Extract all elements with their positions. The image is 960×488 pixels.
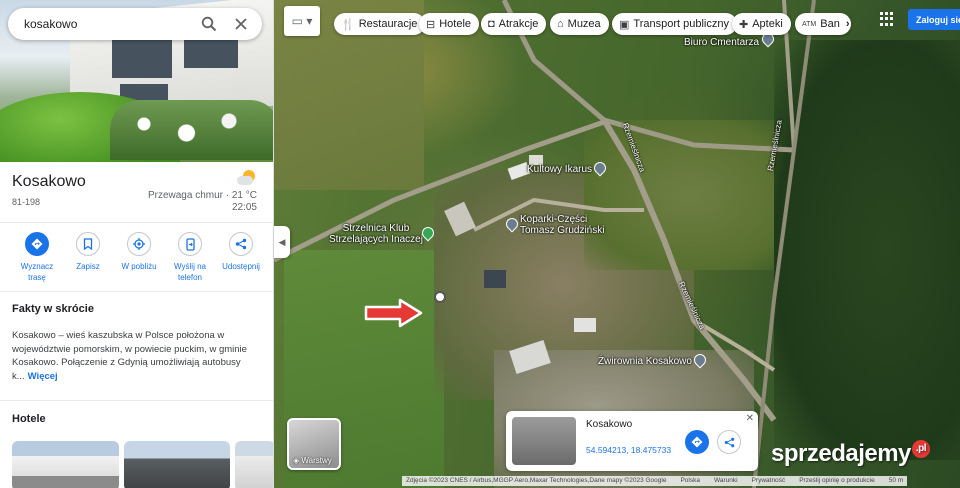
chevron-left-icon: ◀	[278, 236, 286, 247]
facts-heading: Fakty w skrócie	[12, 303, 94, 315]
divider	[0, 291, 273, 292]
place-panel: Kosakowo 81-198 Przewaga chmur · 21 °C 2…	[0, 0, 274, 488]
scale-bar[interactable]: 50 m	[889, 477, 903, 485]
share-label: Udostępnij	[222, 262, 260, 271]
keyboard-icon: ▭ ▾	[291, 14, 313, 28]
save-button[interactable]: Zapisz	[65, 232, 111, 283]
action-bar: Wyznacz trasę Zapisz W pobliżu Wyślij na…	[0, 232, 273, 283]
share-button[interactable]: Udostępnij	[218, 232, 264, 283]
facts-description: Kosakowo – wieś kaszubska w Polsce położ…	[12, 329, 264, 383]
category-atms[interactable]: ATM Ban ›	[795, 13, 851, 35]
category-public-transport[interactable]: ▣ Transport publiczny	[612, 13, 737, 35]
nearby-icon	[127, 232, 151, 256]
map-label-parts-shop[interactable]: Koparki-Części Tomasz Grudziński	[520, 214, 604, 236]
map-label-gravel[interactable]: Żwirownia Kosakowo	[598, 356, 692, 367]
map-label-pub[interactable]: Kultowy Ikarus	[527, 164, 592, 175]
map-label-shooting-club[interactable]: Strzelnica Klub Strzelających Inaczej	[329, 223, 423, 245]
watermark-logo: sprzedajemy .pl	[771, 440, 930, 468]
layers-label: ◈ Warstwy	[293, 456, 332, 465]
search-input[interactable]	[24, 17, 188, 31]
location-thumbnail	[512, 417, 576, 465]
imagery-credit: Zdjęcia ©2023 CNES / Airbus,MGGP Aero,Ma…	[406, 477, 667, 484]
feedback-link[interactable]: Prześlij opinię o produkcie	[799, 477, 875, 485]
arrow-marker	[364, 298, 423, 328]
category-museums[interactable]: ⌂ Muzea	[550, 13, 609, 35]
view-toggle-button[interactable]: ▭ ▾	[284, 6, 320, 36]
directions-icon	[25, 232, 49, 256]
sign-in-button[interactable]: Zaloguj się	[908, 9, 960, 30]
close-icon[interactable]: ✕	[746, 413, 754, 424]
nearby-button[interactable]: W pobliżu	[116, 232, 162, 283]
send-to-phone-icon	[178, 232, 202, 256]
museum-icon: ⌂	[557, 18, 564, 30]
directions-button[interactable]: Wyznacz trasę	[14, 232, 60, 283]
divider	[0, 400, 273, 401]
privacy-link[interactable]: Prywatność	[752, 477, 786, 485]
chevron-right-icon[interactable]: ›	[846, 18, 850, 30]
country-link[interactable]: Polska	[680, 477, 700, 485]
category-label: Hotele	[439, 18, 472, 30]
category-hotels[interactable]: ⊟ Hotele	[419, 13, 480, 35]
directions-label: Wyznacz trasę	[20, 262, 54, 282]
nearby-label: W pobliżu	[121, 262, 157, 271]
info-card-coordinates[interactable]: 54.594213, 18.475733	[586, 445, 671, 455]
category-label: Ban	[820, 18, 840, 30]
category-label: Muzea	[567, 18, 601, 30]
collapse-panel-button[interactable]: ◀	[274, 226, 290, 258]
pharmacy-icon: ✚	[739, 18, 749, 31]
atm-icon: ATM	[802, 20, 817, 28]
category-pharmacies[interactable]: ✚ Apteki	[732, 13, 791, 35]
category-attractions[interactable]: ◘ Atrakcje	[481, 13, 547, 35]
location-marker-icon[interactable]	[434, 291, 446, 303]
close-icon[interactable]	[230, 13, 252, 35]
camera-icon: ◘	[488, 18, 495, 30]
more-link[interactable]: Więcej	[28, 371, 58, 382]
share-button[interactable]	[717, 430, 741, 454]
directions-button[interactable]	[685, 430, 709, 454]
partly-cloudy-icon	[237, 170, 257, 186]
map-label-cemetery[interactable]: Biuro Cmentarza	[684, 37, 759, 48]
flowers-shape	[110, 100, 273, 160]
bed-icon: ⊟	[426, 18, 436, 31]
weather-time: 22:05	[231, 202, 257, 213]
terms-link[interactable]: Warunki	[714, 477, 738, 485]
bookmark-icon	[76, 232, 100, 256]
hotel-photo[interactable]	[124, 441, 230, 488]
layers-icon: ◈	[293, 456, 300, 465]
category-label: Atrakcje	[498, 18, 539, 30]
window-shape	[112, 40, 172, 78]
hotels-heading: Hotele	[12, 413, 46, 425]
weather-condition: Przewaga chmur	[147, 190, 223, 201]
bus-icon: ▣	[619, 18, 630, 31]
share-icon	[229, 232, 253, 256]
info-card-title: Kosakowo	[586, 419, 633, 430]
watermark-text: sprzedajemy	[771, 440, 911, 467]
divider	[0, 222, 273, 223]
weather-temperature: 21 °C	[231, 190, 257, 201]
save-label: Zapisz	[76, 262, 100, 271]
share-icon	[724, 437, 734, 447]
search-icon[interactable]	[198, 13, 220, 35]
category-restaurants[interactable]: 🍴 Restauracje	[334, 13, 426, 35]
category-label: Apteki	[752, 18, 783, 30]
fork-knife-icon: 🍴	[341, 18, 355, 31]
send-to-phone-label: Wyślij na telefon	[174, 262, 206, 282]
search-box	[8, 8, 262, 40]
send-to-phone-button[interactable]: Wyślij na telefon	[167, 232, 213, 283]
weather-widget: Przewaga chmur · 21 °C 22:05	[148, 170, 257, 214]
watermark-badge: .pl	[911, 440, 930, 458]
apps-grid-icon[interactable]	[880, 12, 894, 26]
hotel-photo[interactable]	[12, 441, 119, 488]
category-label: Transport publiczny	[633, 18, 729, 30]
layers-button[interactable]: ◈ Warstwy	[287, 418, 341, 470]
directions-icon	[691, 436, 703, 448]
location-info-card[interactable]: Kosakowo 54.594213, 18.475733 ✕	[506, 411, 758, 471]
hotel-photo[interactable]	[235, 441, 273, 488]
layers-text: Warstwy	[301, 456, 332, 465]
map-attribution: Zdjęcia ©2023 CNES / Airbus,MGGP Aero,Ma…	[402, 476, 908, 486]
category-label: Restauracje	[358, 18, 418, 30]
